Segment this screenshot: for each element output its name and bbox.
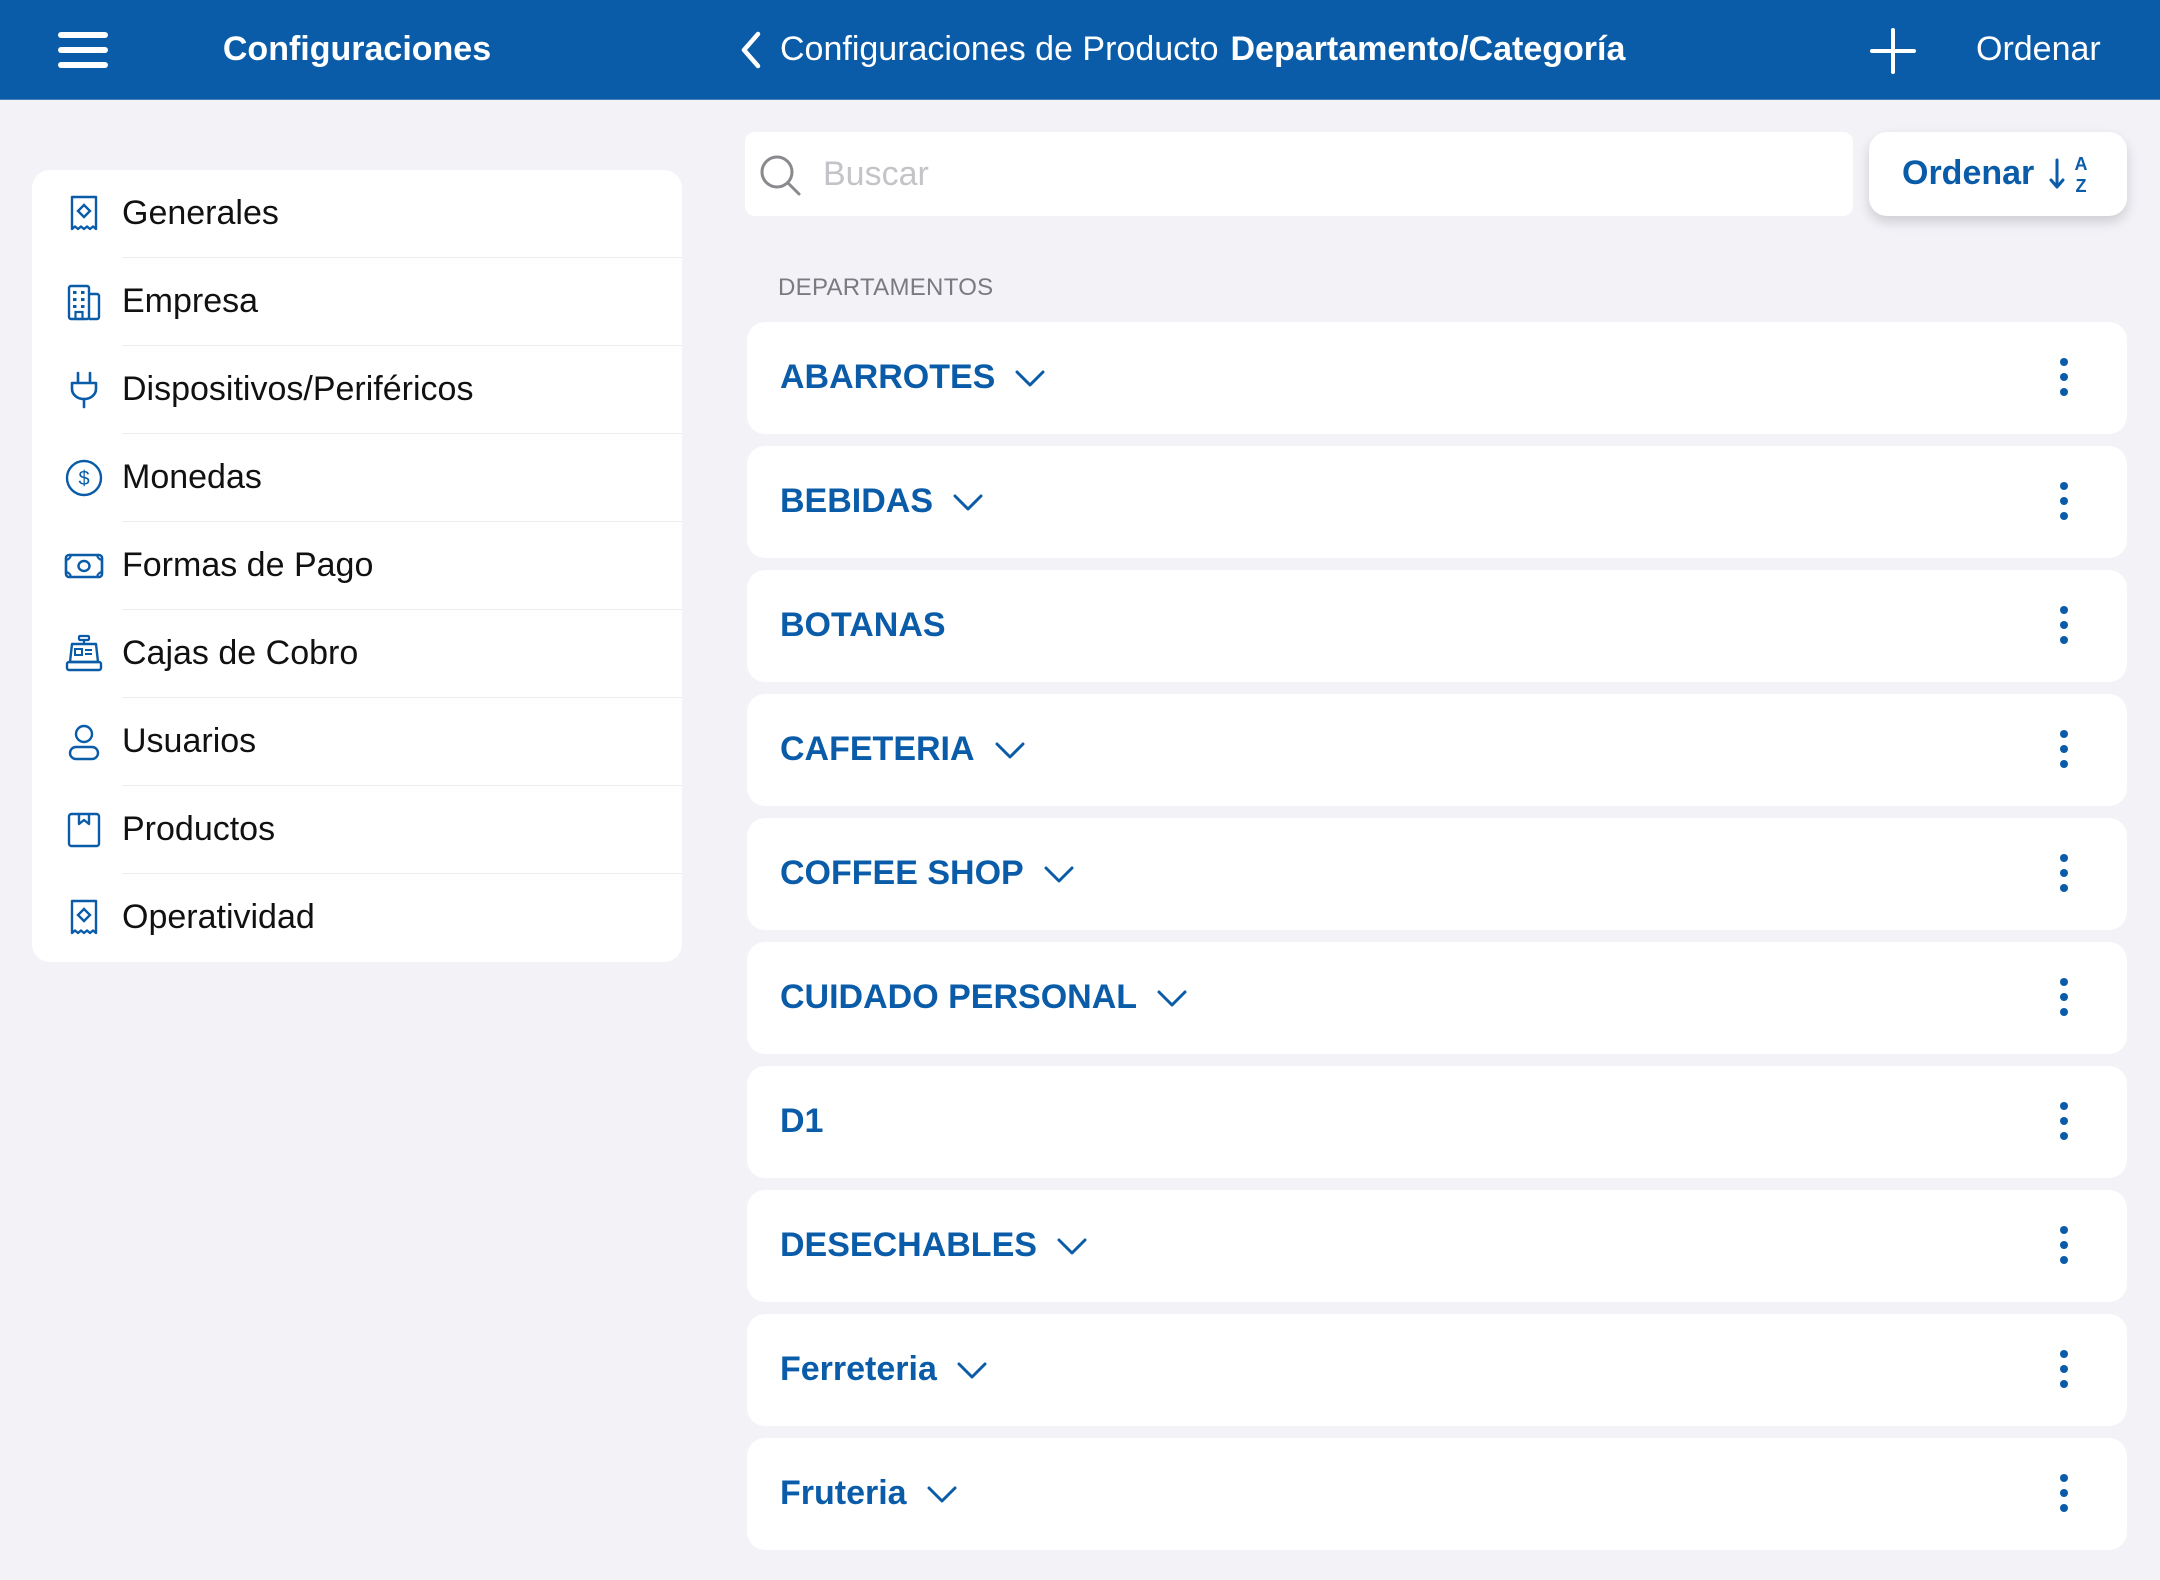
sidebar-item-label: Productos <box>122 810 276 848</box>
chevron-down-icon[interactable] <box>951 491 985 513</box>
department-name: D1 <box>780 1102 824 1140</box>
chevron-down-icon[interactable] <box>1155 987 1189 1009</box>
department-name-group: ABARROTES <box>780 358 1047 397</box>
breadcrumb-parent-link[interactable]: Configuraciones de Producto <box>780 30 1219 68</box>
sidebar-item-empresa[interactable]: Empresa <box>32 258 682 346</box>
department-list: ABARROTES BEBIDAS BOTANAS CAFETERIA COFFEE S… <box>747 322 2127 1562</box>
page-title: Departamento/Categoría <box>1230 30 1626 68</box>
department-row[interactable]: BOTANAS <box>747 570 2127 682</box>
settings-sidebar: Generales Empresa Dispositivos/Periféric… <box>32 170 682 962</box>
department-name-group: CUIDADO PERSONAL <box>780 978 1189 1017</box>
sidebar-item-productos[interactable]: Productos <box>32 786 682 874</box>
sidebar-item-operatividad[interactable]: Operatividad <box>32 874 682 962</box>
product-box-icon <box>67 812 101 848</box>
sidebar-item-label: Operatividad <box>122 898 315 936</box>
department-row[interactable]: Ferreteria <box>747 1314 2127 1426</box>
more-options-icon[interactable] <box>2052 1348 2076 1392</box>
department-row[interactable]: Fruteria <box>747 1438 2127 1550</box>
sidebar-item-label: Monedas <box>122 458 262 496</box>
department-name: COFFEE SHOP <box>780 854 1024 892</box>
sort-button[interactable]: Ordenar A Z <box>1869 132 2127 216</box>
department-row[interactable]: D1 <box>747 1066 2127 1178</box>
top-navigation-bar: Configuraciones Configuraciones de Produ… <box>0 0 2160 100</box>
cash-register-icon <box>65 634 103 672</box>
more-options-icon[interactable] <box>2052 1472 2076 1516</box>
department-name-group: D1 <box>780 1102 823 1141</box>
department-row[interactable]: BEBIDAS <box>747 446 2127 558</box>
breadcrumb: Configuraciones de Producto Departamento/… <box>780 30 1625 69</box>
sidebar-item-generales[interactable]: Generales <box>32 170 682 258</box>
plug-icon <box>70 371 98 409</box>
chevron-down-icon[interactable] <box>993 739 1027 761</box>
department-name: Ferreteria <box>780 1350 937 1388</box>
sidebar-item-usuarios[interactable]: Usuarios <box>32 698 682 786</box>
chevron-down-icon[interactable] <box>955 1359 989 1381</box>
more-options-icon[interactable] <box>2052 852 2076 896</box>
section-header-departamentos: DEPARTAMENTOS <box>778 274 994 301</box>
sidebar-item-label: Empresa <box>122 282 259 320</box>
department-name-group: Fruteria <box>780 1474 959 1513</box>
chevron-down-icon[interactable] <box>1013 367 1047 389</box>
sidebar-item-formas-de-pago[interactable]: Formas de Pago <box>32 522 682 610</box>
back-chevron-icon[interactable] <box>736 30 764 70</box>
department-name: DESECHABLES <box>780 1226 1037 1264</box>
department-name: BEBIDAS <box>780 482 934 520</box>
svg-text:Z: Z <box>2076 176 2087 196</box>
sidebar-item-label: Generales <box>122 194 279 232</box>
department-row[interactable]: DESECHABLES <box>747 1190 2127 1302</box>
more-options-icon[interactable] <box>2052 976 2076 1020</box>
department-name: CUIDADO PERSONAL <box>780 978 1138 1016</box>
more-options-icon[interactable] <box>2052 356 2076 400</box>
svg-text:$: $ <box>78 468 89 490</box>
department-name: BOTANAS <box>780 606 946 644</box>
building-icon <box>67 284 101 321</box>
search-bar <box>745 132 1853 216</box>
chevron-down-icon[interactable] <box>925 1483 959 1505</box>
sort-a-z-icon: A Z <box>2049 154 2088 196</box>
sidebar-item-label: Dispositivos/Periféricos <box>122 370 474 408</box>
sidebar-item-label: Cajas de Cobro <box>122 634 359 672</box>
department-name-group: BOTANAS <box>780 606 946 645</box>
sidebar-item-cajas-de-cobro[interactable]: Cajas de Cobro <box>32 610 682 698</box>
top-ordenar-button[interactable]: Ordenar <box>1976 30 2101 69</box>
department-name: Fruteria <box>780 1474 907 1512</box>
receipt-icon <box>70 195 98 231</box>
sidebar-item-monedas[interactable]: $ Monedas <box>32 434 682 522</box>
more-options-icon[interactable] <box>2052 1224 2076 1268</box>
department-row[interactable]: COFFEE SHOP <box>747 818 2127 930</box>
sidebar-item-label: Formas de Pago <box>122 546 374 584</box>
department-name-group: CAFETERIA <box>780 730 1027 769</box>
department-row[interactable]: CUIDADO PERSONAL <box>747 942 2127 1054</box>
department-name-group: DESECHABLES <box>780 1226 1089 1265</box>
chevron-down-icon[interactable] <box>1042 863 1076 885</box>
more-options-icon[interactable] <box>2052 728 2076 772</box>
banknote-icon <box>64 553 104 579</box>
plus-icon[interactable] <box>1870 28 1916 74</box>
more-options-icon[interactable] <box>2052 1100 2076 1144</box>
department-name: ABARROTES <box>780 358 996 396</box>
dollar-circle-icon: $ <box>65 459 103 497</box>
department-name-group: BEBIDAS <box>780 482 985 521</box>
search-input[interactable] <box>823 132 1823 216</box>
receipt-icon <box>70 899 98 935</box>
department-row[interactable]: ABARROTES <box>747 322 2127 434</box>
sort-button-label: Ordenar <box>1902 154 2035 192</box>
department-name-group: COFFEE SHOP <box>780 854 1076 893</box>
search-icon <box>760 155 801 196</box>
chevron-down-icon[interactable] <box>1055 1235 1089 1257</box>
more-options-icon[interactable] <box>2052 480 2076 524</box>
department-row[interactable]: CAFETERIA <box>747 694 2127 806</box>
hamburger-menu-icon[interactable] <box>58 30 110 70</box>
department-name: CAFETERIA <box>780 730 975 768</box>
sidebar-item-dispositivos[interactable]: Dispositivos/Periféricos <box>32 346 682 434</box>
sidebar-item-label: Usuarios <box>122 722 257 760</box>
sidebar-title: Configuraciones <box>222 30 492 68</box>
more-options-icon[interactable] <box>2052 604 2076 648</box>
department-name-group: Ferreteria <box>780 1350 989 1389</box>
svg-text:A: A <box>2075 154 2088 174</box>
user-icon <box>68 724 100 761</box>
